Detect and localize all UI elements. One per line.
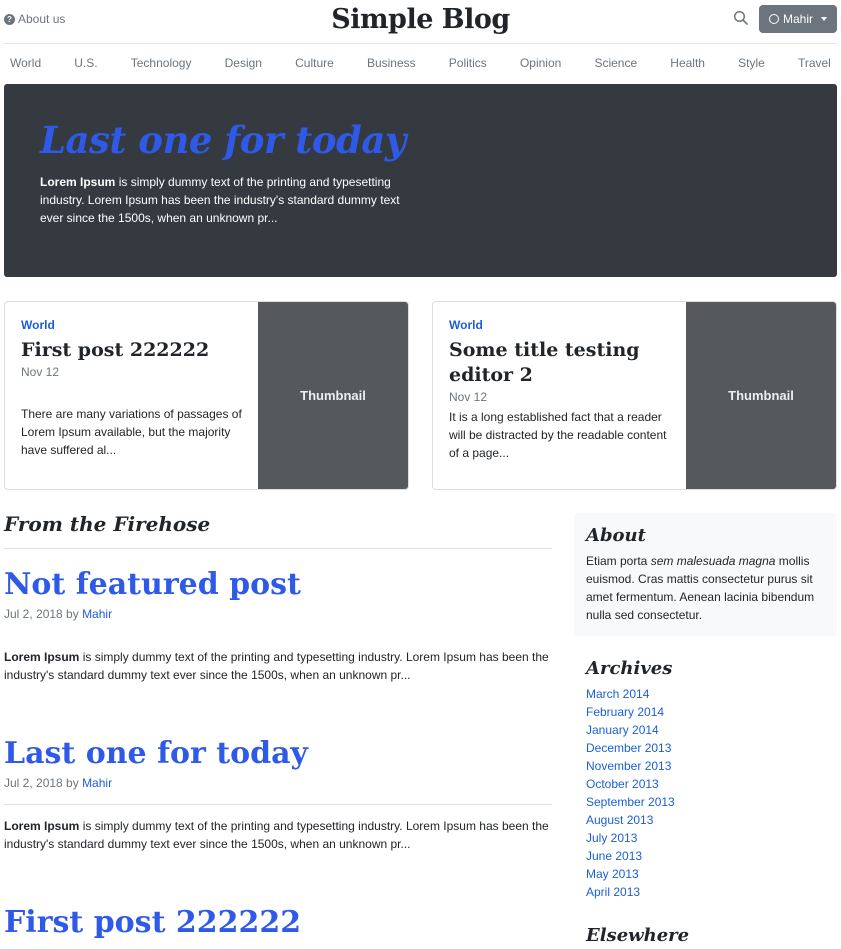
nav-item-style[interactable]: Style: [738, 56, 765, 70]
nav-item-travel[interactable]: Travel: [798, 56, 831, 70]
nav-item-health[interactable]: Health: [670, 56, 705, 70]
featured-title[interactable]: Last one for today: [40, 120, 801, 161]
category-nav: World U.S. Technology Design Culture Bus…: [4, 45, 837, 81]
card-thumbnail: Thumbnail: [258, 302, 408, 489]
post-meta: Jul 2, 2018 by Mahir: [4, 776, 552, 790]
archive-link[interactable]: December 2013: [586, 741, 671, 755]
archive-link[interactable]: February 2014: [586, 705, 664, 719]
card-body: World First post 222222 Nov 12 There are…: [5, 302, 260, 489]
site-header: ? About us Simple Blog Mahir: [4, 0, 837, 44]
card-thumbnail: Thumbnail: [686, 302, 836, 489]
post-excerpt: Lorem Ipsum is simply dummy text of the …: [4, 817, 552, 853]
archive-link[interactable]: May 2013: [586, 867, 639, 881]
sidebar-about-box: About Etiam porta sem malesuada magna mo…: [574, 513, 837, 636]
caret-down-icon: [821, 17, 827, 21]
post-author-link[interactable]: Mahir: [82, 607, 112, 621]
featured-lead-bold: Lorem Ipsum: [40, 174, 116, 189]
nav-item-technology[interactable]: Technology: [131, 56, 192, 70]
elsewhere-heading: Elsewhere: [586, 925, 690, 946]
card-category-link[interactable]: World: [21, 318, 244, 332]
sidebar-archives: Archives March 2014 February 2014 Januar…: [586, 658, 826, 901]
post-title-link[interactable]: Last one for today: [4, 736, 308, 771]
post-excerpt-bold: Lorem Ipsum: [4, 650, 80, 664]
archive-link[interactable]: June 2013: [586, 849, 642, 863]
card-body: World Some title testing editor 2 Nov 12…: [433, 302, 688, 489]
archive-link[interactable]: July 2013: [586, 831, 637, 845]
blog-post: Last one for today Jul 2, 2018 by Mahir …: [4, 736, 552, 853]
nav-item-design[interactable]: Design: [225, 56, 262, 70]
post-title-link[interactable]: Not featured post: [4, 567, 301, 602]
blog-post: First post 222222: [4, 905, 552, 941]
card-date: Nov 12: [449, 390, 488, 404]
featured-jumbotron: Last one for today Lorem Ipsum is simply…: [4, 84, 837, 277]
archive-link[interactable]: September 2013: [586, 795, 675, 809]
card-date: Nov 12: [21, 365, 60, 379]
featured-lead: Lorem Ipsum is simply dummy text of the …: [40, 173, 410, 227]
post-divider: [4, 804, 552, 805]
archives-heading: Archives: [586, 658, 673, 679]
blog-brand-title[interactable]: Simple Blog: [4, 4, 837, 35]
user-name: Mahir: [782, 12, 813, 26]
post-date: Jul 2, 2018 by: [4, 776, 83, 790]
nav-item-us[interactable]: U.S.: [74, 56, 97, 70]
featured-card: World Some title testing editor 2 Nov 12…: [432, 301, 837, 490]
nav-item-business[interactable]: Business: [367, 56, 416, 70]
post-title-link[interactable]: First post 222222: [4, 905, 301, 940]
post-excerpt-bold: Lorem Ipsum: [4, 819, 80, 833]
post-excerpt-text: is simply dummy text of the printing and…: [4, 819, 549, 851]
about-heading: About: [586, 525, 646, 546]
archive-link[interactable]: April 2013: [586, 885, 640, 899]
nav-item-opinion[interactable]: Opinion: [520, 56, 561, 70]
post-excerpt: Lorem Ipsum is simply dummy text of the …: [4, 648, 552, 684]
post-author-link[interactable]: Mahir: [82, 776, 112, 790]
main-column: From the Firehose Not featured post Jul …: [4, 512, 552, 941]
archive-link[interactable]: August 2013: [586, 813, 653, 827]
post-date: Jul 2, 2018 by: [4, 607, 83, 621]
search-icon[interactable]: [733, 10, 749, 26]
about-text: Etiam porta sem malesuada magna mollis e…: [586, 552, 825, 624]
about-text-em: sem malesuada magna: [650, 554, 776, 568]
archive-link[interactable]: January 2014: [586, 723, 659, 737]
card-category-link[interactable]: World: [449, 318, 672, 332]
user-circle-icon: [768, 14, 779, 24]
archive-link[interactable]: March 2014: [586, 687, 649, 701]
card-title: First post 222222: [21, 339, 210, 361]
blog-post: Not featured post Jul 2, 2018 by Mahir L…: [4, 567, 552, 684]
featured-card: World First post 222222 Nov 12 There are…: [4, 301, 409, 490]
archives-list: March 2014 February 2014 January 2014 De…: [586, 685, 826, 901]
archive-link[interactable]: November 2013: [586, 759, 671, 773]
user-menu-button[interactable]: Mahir: [759, 5, 837, 33]
section-heading: From the Firehose: [4, 512, 552, 549]
post-meta: Jul 2, 2018 by Mahir: [4, 607, 552, 621]
nav-item-culture[interactable]: Culture: [295, 56, 334, 70]
card-excerpt: It is a long established fact that a rea…: [449, 410, 667, 460]
nav-item-science[interactable]: Science: [594, 56, 637, 70]
archive-link[interactable]: October 2013: [586, 777, 659, 791]
nav-item-world[interactable]: World: [10, 56, 41, 70]
about-text-pre: Etiam porta: [586, 554, 651, 568]
card-title: Some title testing editor 2: [449, 339, 640, 386]
card-excerpt: There are many variations of passages of…: [21, 407, 242, 457]
nav-item-politics[interactable]: Politics: [449, 56, 487, 70]
post-excerpt-text: is simply dummy text of the printing and…: [4, 650, 549, 682]
